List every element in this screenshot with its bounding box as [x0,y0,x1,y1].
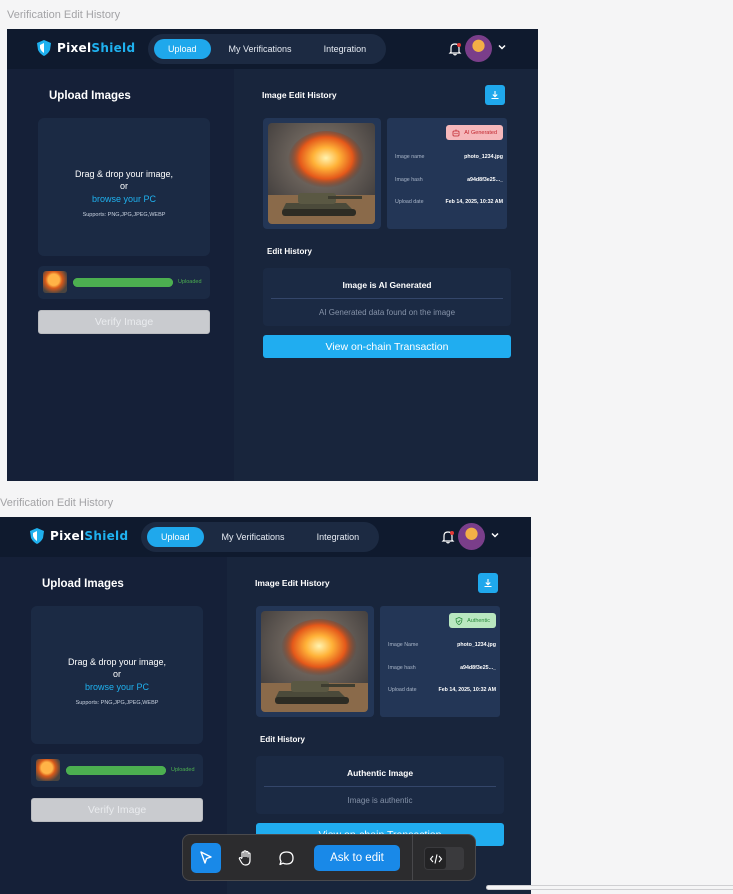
frame-label: Verification Edit History [7,9,121,21]
editor-toolbar: Ask to edit [182,834,476,881]
or-text: or [112,669,121,679]
upload-heading: Upload Images [42,578,124,590]
view-onchain-transaction-button[interactable]: View on-chain Transaction [263,335,511,358]
top-bar: PixelShield Upload My Verifications Inte… [7,29,538,69]
drag-drop-text: Drag & drop your image, [74,169,174,179]
code-toggle-knob [425,848,446,869]
main-nav: Upload My Verifications Integration [141,522,380,552]
logo-text: PixelShield [50,529,129,543]
ai-generated-badge: AI Generated [446,125,503,140]
image-edit-history-heading: Image Edit History [262,90,337,100]
image-meta-card: AI Generated Image name photo_1234.jpg Im… [387,118,507,229]
verify-image-button[interactable]: Verify Image [31,798,203,822]
meta-image-name: Image Name photo_1234.jpg [388,642,496,648]
app-frame: PixelShield Upload My Verifications Inte… [7,29,538,481]
meta-upload-date: Upload date Feb 14, 2025, 10:32 AM [395,199,503,205]
hand-icon [238,850,251,866]
frame-label: Verification Edit History [0,497,114,509]
meta-image-hash: Image hash a94d8f3e25..._ [395,177,503,183]
divider [271,298,503,299]
edit-history-result: Image is AI Generated AI Generated data … [263,268,511,326]
ask-to-edit-button[interactable]: Ask to edit [314,845,400,871]
chevron-down-icon[interactable] [490,530,500,540]
upload-progress-bar [66,766,166,775]
file-thumbnail [36,759,60,781]
comment-icon [278,850,294,865]
or-text: or [119,181,128,191]
select-tool-button[interactable] [191,843,221,873]
download-button[interactable] [478,573,498,593]
result-title: Authentic Image [346,768,414,778]
supported-formats: Supports: PNG,JPG,JPEG,WEBP [82,212,166,218]
code-icon [429,853,442,864]
horizontal-scrollbar[interactable] [486,885,733,890]
shield-logo-icon [37,40,51,56]
logo[interactable]: PixelShield [30,528,128,544]
tab-integration[interactable]: Integration [310,39,381,59]
dropzone[interactable]: Drag & drop your image, or browse your P… [38,118,210,256]
browse-link[interactable]: browse your PC [31,682,203,692]
download-button[interactable] [485,85,505,105]
upload-progress-bar [73,278,173,287]
authentic-badge: Authentic [449,613,496,628]
progress-fill [73,278,173,287]
toolbar-divider [412,835,413,880]
tab-my-verifications[interactable]: My Verifications [208,527,299,547]
verify-image-button[interactable]: Verify Image [38,310,210,334]
dropzone[interactable]: Drag & drop your image, or browse your P… [31,606,203,744]
download-icon [491,91,499,100]
top-bar: PixelShield Upload My Verifications Inte… [0,517,531,557]
logo-text: PixelShield [57,41,136,55]
edit-history-result: Authentic Image Image is authentic [256,756,504,814]
uploaded-file-row: Uploaded [31,754,203,787]
tab-upload[interactable]: Upload [154,39,211,59]
tab-integration[interactable]: Integration [303,527,374,547]
edit-history-heading: Edit History [267,247,312,256]
upload-status: Uploaded [171,767,195,773]
shield-check-icon [455,616,463,625]
logo[interactable]: PixelShield [37,40,135,56]
main-nav: Upload My Verifications Integration [148,34,387,64]
avatar[interactable] [458,523,485,550]
image-meta-card: Authentic Image Name photo_1234.jpg Image… [380,606,500,717]
image-edit-history-heading: Image Edit History [255,578,330,588]
result-description: Image is authentic [347,796,413,805]
avatar[interactable] [465,35,492,62]
tab-upload[interactable]: Upload [147,527,204,547]
progress-fill [66,766,166,775]
result-description: AI Generated data found on the image [318,308,456,317]
download-icon [484,579,492,588]
meta-image-name: Image name photo_1234.jpg [395,154,503,160]
bell-icon[interactable] [441,530,455,544]
uploaded-file-row: Uploaded [38,266,210,299]
robot-icon [452,129,460,136]
supported-formats: Supports: PNG,JPG,JPEG,WEBP [75,700,159,706]
result-title: Image is AI Generated [342,280,432,290]
image-preview-card [256,606,374,717]
browse-link[interactable]: browse your PC [38,194,210,204]
bell-icon[interactable] [448,42,462,56]
tank-explosion-image [261,611,368,712]
tab-my-verifications[interactable]: My Verifications [215,39,306,59]
upload-status: Uploaded [178,279,202,285]
upload-heading: Upload Images [49,90,131,102]
file-thumbnail [43,271,67,293]
hand-tool-button[interactable] [231,843,261,873]
divider [264,786,496,787]
comment-tool-button[interactable] [271,843,301,873]
image-preview-card [263,118,381,229]
meta-upload-date: Upload date Feb 14, 2025, 10:32 AM [388,687,496,693]
drag-drop-text: Drag & drop your image, [67,657,167,667]
code-view-toggle[interactable] [424,847,464,870]
cursor-icon [200,851,212,864]
shield-logo-icon [30,528,44,544]
chevron-down-icon[interactable] [497,42,507,52]
edit-history-heading: Edit History [260,735,305,744]
meta-image-hash: Image hash a94d8f3e25..._ [388,665,496,671]
tank-explosion-image [268,123,375,224]
